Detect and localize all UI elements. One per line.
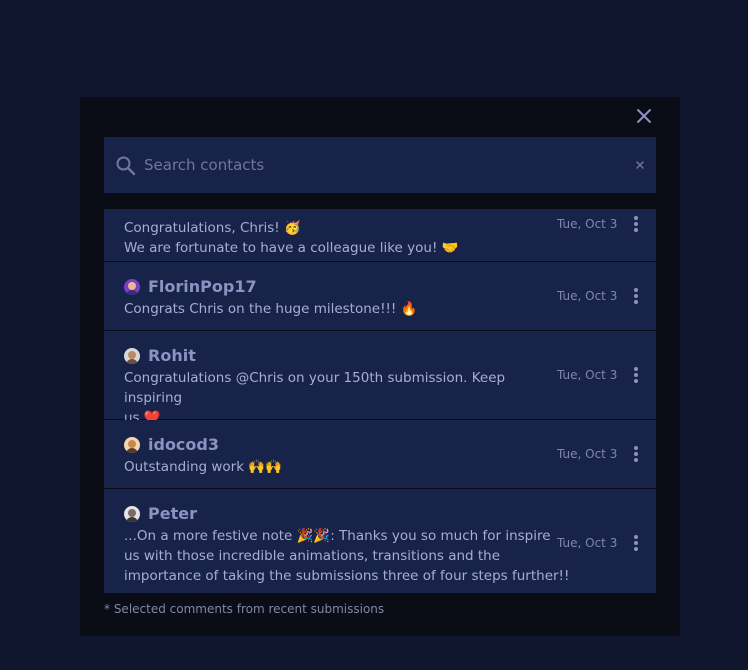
comment-date: Tue, Oct 3 xyxy=(557,217,618,231)
more-options-button[interactable] xyxy=(632,367,640,385)
more-vertical-icon xyxy=(632,216,640,232)
comment-line: Outstanding work 🙌🙌 xyxy=(124,459,282,475)
avatar xyxy=(124,278,140,295)
comment-text: ...On a more festive note 🎉🎉: Thanks you… xyxy=(124,526,570,586)
clear-search-button[interactable] xyxy=(633,157,647,171)
more-options-button[interactable] xyxy=(632,535,640,553)
comment-date: Tue, Oct 3 xyxy=(557,368,618,382)
more-vertical-icon xyxy=(632,446,640,462)
comment-text: Congratulations, Chris! 🥳 We are fortuna… xyxy=(124,218,554,258)
comment-date: Tue, Oct 3 xyxy=(557,289,618,303)
commenter-name: FlorinPop17 xyxy=(148,277,257,296)
comment-line: Congrats Chris on the huge milestone!!! … xyxy=(124,301,418,317)
search-bar xyxy=(104,137,656,193)
commenter-name: Rohit xyxy=(148,346,196,365)
comment-text: Outstanding work 🙌🙌 xyxy=(124,457,554,477)
comment-item: Rohit Congratulations @Chris on your 150… xyxy=(104,331,656,426)
more-options-button[interactable] xyxy=(632,446,640,464)
more-vertical-icon xyxy=(632,367,640,383)
search-icon xyxy=(116,156,136,176)
comment-header: idocod3 xyxy=(124,435,219,454)
comment-date: Tue, Oct 3 xyxy=(557,447,618,461)
comment-item: Congratulations, Chris! 🥳 We are fortuna… xyxy=(104,209,656,262)
comment-date: Tue, Oct 3 xyxy=(557,536,618,550)
comment-text: Congratulations @Chris on your 150th sub… xyxy=(124,368,554,428)
comment-header: FlorinPop17 xyxy=(124,277,257,296)
close-icon xyxy=(637,109,651,123)
avatar xyxy=(124,436,140,453)
comment-item: Peter ...On a more festive note 🎉🎉: Than… xyxy=(104,489,656,593)
contacts-modal: Congratulations, Chris! 🥳 We are fortuna… xyxy=(80,97,680,636)
avatar xyxy=(124,505,140,522)
search-input[interactable] xyxy=(144,137,614,193)
comment-line: us with those incredible animations, tra… xyxy=(124,548,501,564)
avatar xyxy=(124,347,140,364)
comment-header: Peter xyxy=(124,504,197,523)
comment-line: We are fortunate to have a colleague lik… xyxy=(124,240,459,256)
comment-item: FlorinPop17 Congrats Chris on the huge m… xyxy=(104,262,656,331)
comment-list[interactable]: Congratulations, Chris! 🥳 We are fortuna… xyxy=(104,209,656,593)
more-options-button[interactable] xyxy=(632,288,640,306)
commenter-name: idocod3 xyxy=(148,435,219,454)
footnote: * Selected comments from recent submissi… xyxy=(104,602,385,616)
comment-text: Congrats Chris on the huge milestone!!! … xyxy=(124,299,554,319)
close-button[interactable] xyxy=(634,106,654,126)
comment-line: Congratulations @Chris on your 150th sub… xyxy=(124,370,506,406)
commenter-name: Peter xyxy=(148,504,197,523)
comment-line: importance of taking the submissions thr… xyxy=(124,568,570,584)
more-vertical-icon xyxy=(632,288,640,304)
comment-line: ...On a more festive note 🎉🎉: Thanks you… xyxy=(124,528,551,544)
clear-icon xyxy=(636,161,644,169)
comment-item: idocod3 Outstanding work 🙌🙌 Tue, Oct 3 xyxy=(104,420,656,489)
more-options-button[interactable] xyxy=(632,216,640,234)
comment-header: Rohit xyxy=(124,346,196,365)
comment-line: Congratulations, Chris! 🥳 xyxy=(124,220,301,236)
more-vertical-icon xyxy=(632,535,640,551)
